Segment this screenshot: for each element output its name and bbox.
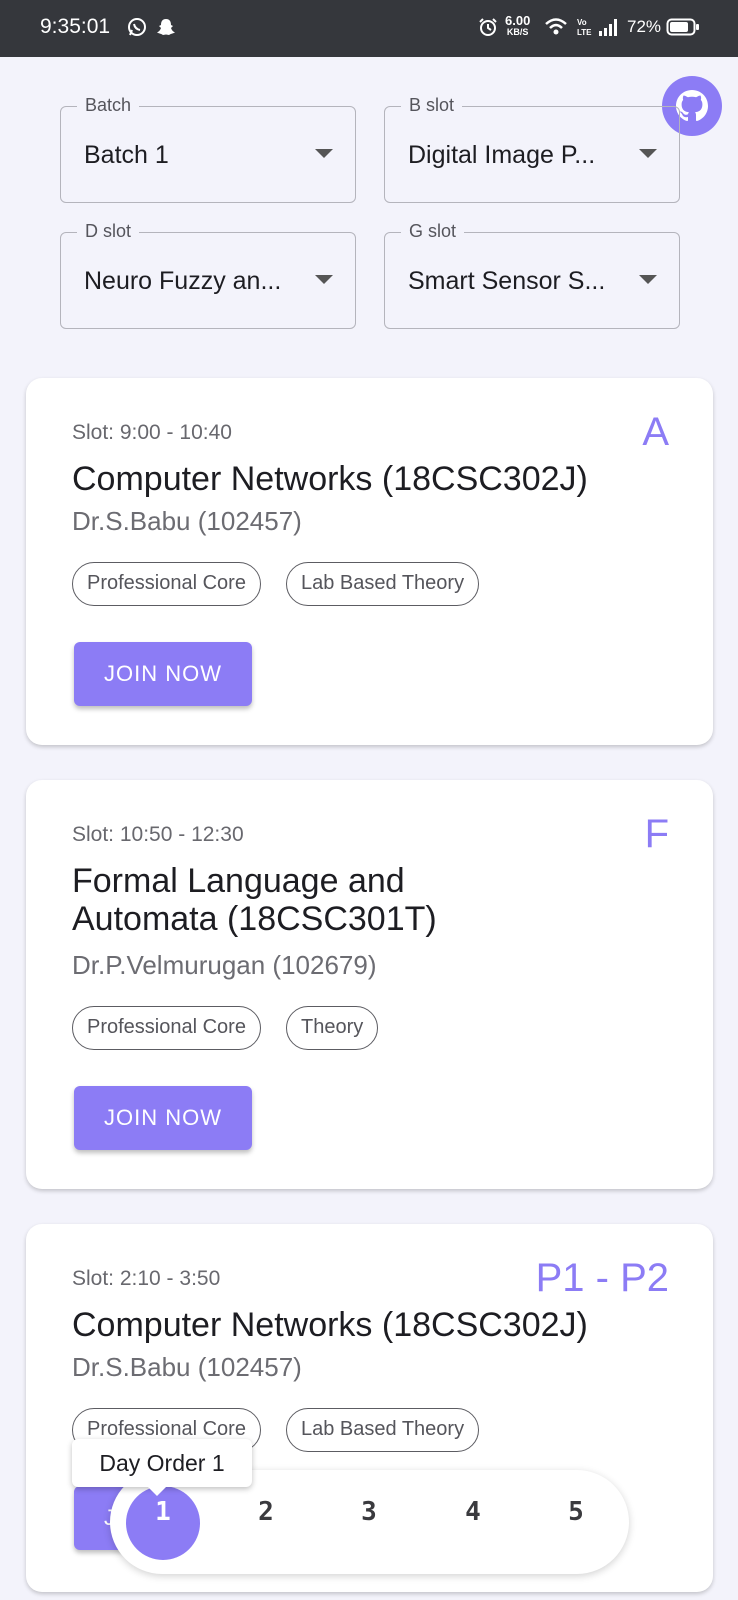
d-slot-dropdown[interactable]: D slot Neuro Fuzzy an...	[60, 221, 356, 329]
slot-code: A	[642, 410, 669, 454]
join-now-button[interactable]: JOIN NOW	[74, 1086, 252, 1150]
day-order-5[interactable]: 5	[551, 1497, 601, 1527]
day-order-tooltip: Day Order 1	[72, 1439, 252, 1496]
course-title: Computer Networks (18CSC302J)	[72, 460, 588, 498]
whatsapp-icon	[128, 18, 146, 36]
slot-time: Slot: 2:10 - 3:50	[72, 1267, 221, 1290]
caret-down-icon	[639, 275, 657, 284]
signal-icon	[599, 19, 617, 36]
slot-time: Slot: 10:50 - 12:30	[72, 823, 244, 846]
network-speed: 6.00 KB/S	[505, 13, 531, 37]
slot-code: F	[644, 812, 669, 856]
dropdown-value: Digital Image P...	[408, 141, 596, 169]
dropdown-value: Neuro Fuzzy an...	[84, 267, 282, 295]
caret-down-icon	[315, 275, 333, 284]
dropdown-value: Smart Sensor S...	[408, 267, 606, 295]
battery-percent: 72%	[627, 17, 662, 36]
course-title: Computer Networks (18CSC302J)	[72, 1306, 588, 1344]
slot-time: Slot: 9:00 - 10:40	[72, 421, 232, 444]
join-now-button[interactable]: JOIN NOW	[74, 642, 252, 706]
class-card: Slot: 9:00 - 10:40 A Computer Networks (…	[26, 378, 713, 745]
tooltip-text: Day Order 1	[99, 1450, 225, 1476]
day-order-3[interactable]: 3	[344, 1497, 394, 1527]
status-time: 9:35:01	[40, 15, 111, 38]
svg-text:Vo: Vo	[577, 18, 587, 27]
tag-chip: Lab Based Theory	[286, 562, 480, 606]
dropdown-label: Batch	[77, 95, 140, 116]
battery-icon	[666, 18, 699, 36]
tag-chip: Lab Based Theory	[286, 1408, 480, 1452]
snapchat-icon	[157, 19, 175, 35]
teacher-name: Dr.P.Velmurugan (102679)	[72, 950, 377, 980]
caret-down-icon	[639, 149, 657, 158]
tooltip-arrow	[147, 1486, 167, 1496]
class-card: Slot: 10:50 - 12:30 F Formal Language an…	[26, 780, 713, 1189]
svg-text:LTE: LTE	[577, 28, 592, 37]
dropdown-value: Batch 1	[84, 141, 169, 169]
dropdown-label: B slot	[401, 95, 463, 116]
dropdown-label: G slot	[401, 221, 465, 242]
teacher-name: Dr.S.Babu (102457)	[72, 506, 302, 536]
course-title: Formal Language and Automata (18CSC301T)	[72, 862, 437, 938]
b-slot-dropdown[interactable]: B slot Digital Image P...	[384, 95, 680, 203]
day-order-1[interactable]: 1	[138, 1497, 188, 1527]
teacher-name: Dr.S.Babu (102457)	[72, 1352, 302, 1382]
volte-icon: Vo LTE	[577, 18, 592, 37]
slot-code: P1 - P2	[535, 1256, 669, 1300]
dropdown-label: D slot	[77, 221, 140, 242]
status-bar: 9:35:01 6.00 KB/S Vo LTE 72%	[0, 0, 738, 57]
g-slot-dropdown[interactable]: G slot Smart Sensor S...	[384, 221, 680, 329]
tag-chip: Theory	[286, 1006, 379, 1050]
tag-chip: Professional Core	[72, 562, 261, 606]
caret-down-icon	[315, 149, 333, 158]
day-order-4[interactable]: 4	[448, 1497, 498, 1527]
alarm-icon	[479, 18, 497, 36]
day-order-2[interactable]: 2	[241, 1497, 291, 1527]
batch-dropdown[interactable]: Batch Batch 1	[60, 95, 356, 203]
wifi-icon	[545, 18, 567, 35]
tag-chip: Professional Core	[72, 1006, 261, 1050]
